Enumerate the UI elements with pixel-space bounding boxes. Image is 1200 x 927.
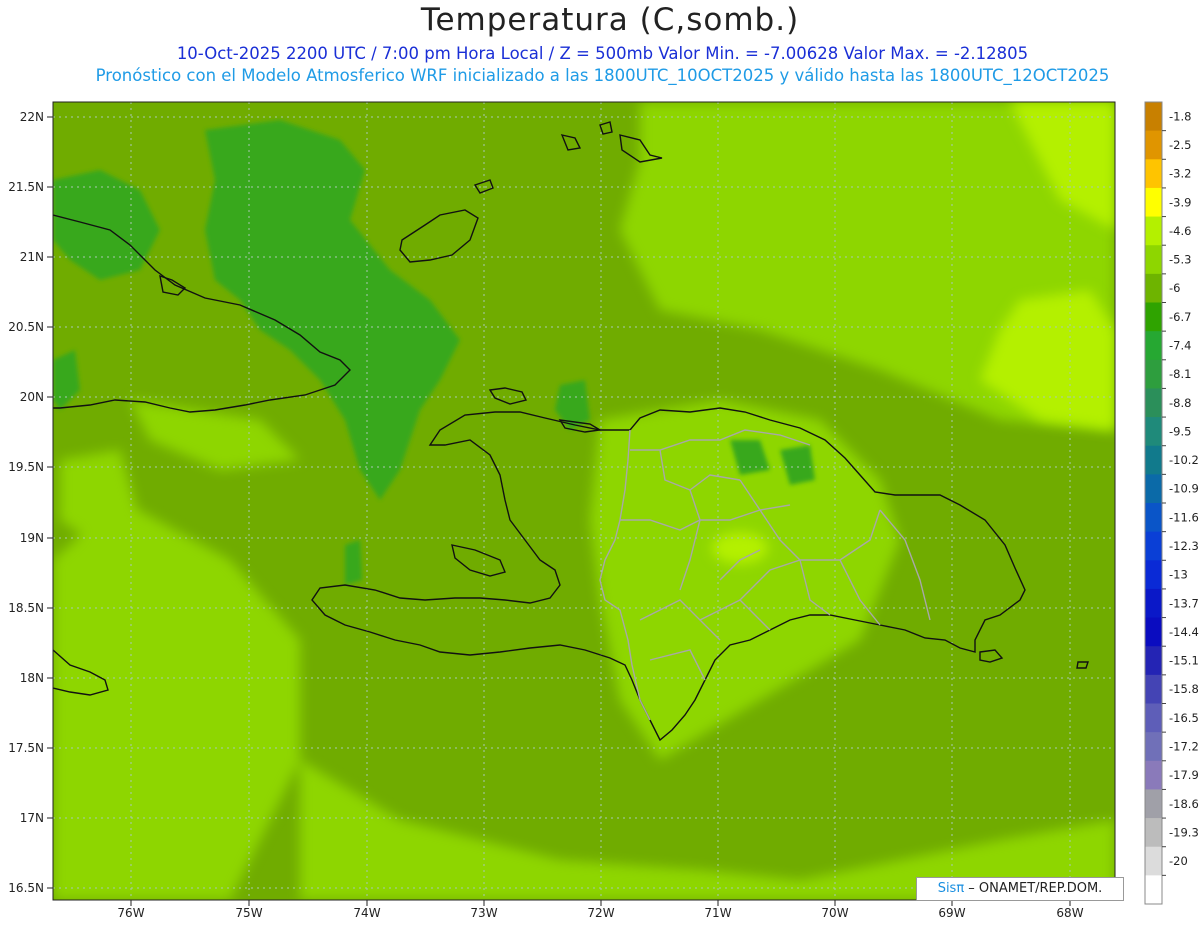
colorbar-swatch xyxy=(1145,760,1162,790)
colorbar-swatch xyxy=(1145,703,1162,733)
colorbar-label: -6.7 xyxy=(1169,310,1191,324)
colorbar-swatch xyxy=(1145,102,1162,132)
colorbar-swatch xyxy=(1145,388,1162,418)
colorbar-label: -4.6 xyxy=(1169,224,1191,238)
colorbar-swatch xyxy=(1145,273,1162,303)
lon-label: 69W xyxy=(938,906,965,920)
lat-label: 19.5N xyxy=(8,460,44,474)
colorbar-label: -13.7 xyxy=(1169,596,1199,610)
temperature-map: 22N 21.5N 21N 20.5N 20N 19.5N 19N 18.5N … xyxy=(8,101,1199,920)
colorbar-swatch xyxy=(1145,503,1162,533)
lat-label: 17N xyxy=(20,811,44,825)
colorbar-label: -16.5 xyxy=(1169,711,1199,725)
colorbar-label: -8.1 xyxy=(1169,367,1191,381)
colorbar-swatch xyxy=(1145,187,1162,218)
lon-label: 68W xyxy=(1056,906,1083,920)
colorbar-swatch xyxy=(1145,359,1162,389)
colorbar-swatch xyxy=(1145,588,1162,619)
colorbar-swatch xyxy=(1145,445,1162,475)
colorbar-swatch xyxy=(1145,560,1162,590)
colorbar-label: -10.9 xyxy=(1169,482,1199,496)
colorbar-swatch xyxy=(1145,216,1162,246)
colorbar-legend: -1.8 -2.5 -3.2 -3.9 -4.6 -5.3 -6 -6.7 -7.4 -8.1 -8… xyxy=(1144,101,1199,905)
colorbar-swatch xyxy=(1145,875,1162,905)
colorbar-label: -13 xyxy=(1169,568,1188,582)
colorbar-label: -19.3 xyxy=(1169,825,1199,839)
colorbar-swatch xyxy=(1145,331,1162,361)
lat-label: 19N xyxy=(20,531,44,545)
colorbar-label: -18.6 xyxy=(1169,797,1199,811)
temperature-field xyxy=(53,102,1115,900)
lat-label: 16.5N xyxy=(8,881,44,895)
colorbar-label: -17.2 xyxy=(1169,739,1199,753)
lat-label: 18N xyxy=(20,671,44,685)
lat-label: 22N xyxy=(20,110,44,124)
credit-box: Sisπ – ONAMET/REP.DOM. xyxy=(916,877,1124,901)
lon-label: 73W xyxy=(470,906,497,920)
colorbar-swatch xyxy=(1145,531,1162,561)
colorbar-label: -2.5 xyxy=(1169,138,1191,152)
lon-label: 71W xyxy=(704,906,731,920)
lat-label: 20.5N xyxy=(8,320,44,334)
lat-label: 17.5N xyxy=(8,741,44,755)
lat-label: 21.5N xyxy=(8,180,44,194)
colorbar-swatch xyxy=(1145,732,1162,762)
credit-text: – ONAMET/REP.DOM. xyxy=(964,881,1103,896)
colorbar-swatch xyxy=(1145,617,1162,647)
colorbar-swatch xyxy=(1145,159,1162,189)
colorbar-swatch xyxy=(1145,302,1162,332)
colorbar-label: -11.6 xyxy=(1169,510,1199,524)
colorbar-label: -1.8 xyxy=(1169,109,1191,123)
colorbar-swatch xyxy=(1145,474,1162,504)
colorbar-label: -6 xyxy=(1169,281,1180,295)
colorbar-label: -20 xyxy=(1169,854,1188,868)
colorbar-swatch xyxy=(1145,674,1162,704)
sispi-logo: Sisπ xyxy=(937,881,965,896)
colorbar-swatch xyxy=(1145,789,1162,819)
colorbar-label: -15.8 xyxy=(1169,682,1199,696)
colorbar-label: -12.3 xyxy=(1169,539,1199,553)
lon-label: 76W xyxy=(117,906,144,920)
lon-label: 72W xyxy=(587,906,614,920)
colorbar-swatch xyxy=(1145,417,1162,447)
colorbar-swatch xyxy=(1145,245,1162,275)
colorbar-label: -14.4 xyxy=(1169,625,1199,639)
colorbar-label: -10.2 xyxy=(1169,453,1199,467)
colorbar-label: -5.3 xyxy=(1169,253,1191,267)
colorbar-label: -17.9 xyxy=(1169,768,1199,782)
lat-label: 20N xyxy=(20,390,44,404)
colorbar-swatch xyxy=(1145,818,1162,848)
lon-label: 75W xyxy=(235,906,262,920)
lon-label: 70W xyxy=(821,906,848,920)
colorbar-label: -3.9 xyxy=(1169,195,1191,209)
colorbar-label: -9.5 xyxy=(1169,424,1191,438)
lat-label: 18.5N xyxy=(8,601,44,615)
lat-label: 21N xyxy=(20,250,44,264)
colorbar-label: -7.4 xyxy=(1169,338,1191,352)
colorbar-swatch xyxy=(1145,130,1162,160)
colorbar-label: -3.2 xyxy=(1169,167,1191,181)
lon-label: 74W xyxy=(353,906,380,920)
colorbar-label: -8.8 xyxy=(1169,396,1191,410)
colorbar-swatch xyxy=(1145,646,1162,676)
colorbar-label: -15.1 xyxy=(1169,654,1199,668)
colorbar-swatch xyxy=(1145,846,1162,876)
